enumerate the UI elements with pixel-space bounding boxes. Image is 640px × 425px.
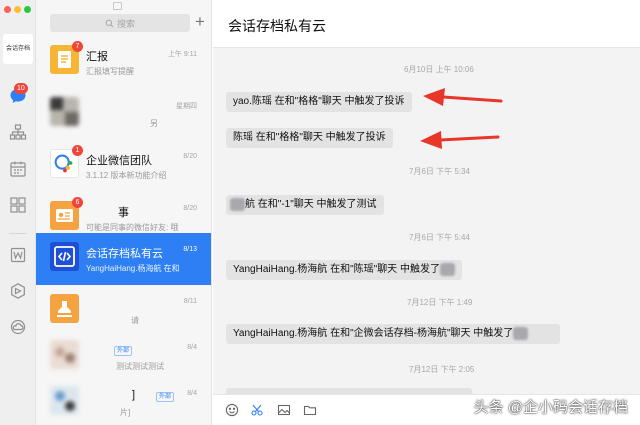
org-chart-icon[interactable]: [9, 123, 27, 141]
external-tag: 外部: [156, 392, 175, 402]
conversation-time: 星期四: [176, 103, 197, 110]
conversation-preview: 可能是同事的微信好友: 哦: [86, 223, 179, 232]
doc-icon[interactable]: [9, 246, 27, 264]
conversation-preview: 测试测试测试: [116, 362, 164, 371]
conversation-name: 汇报: [86, 51, 108, 63]
app-rail: 会话存档 10: [0, 0, 36, 425]
search-placeholder: 搜索: [116, 18, 135, 29]
drive-icon[interactable]: [9, 282, 27, 300]
redacted-name: [513, 326, 529, 340]
conversation-preview: YangHaiHang.杨海航 在和: [86, 264, 180, 273]
conversation-name: 事: [118, 207, 129, 219]
message-text: 航 在和"-1"聊天 中触发了测试: [245, 199, 377, 210]
message-bubble[interactable]: yao.陈瑶 在和"格格"聊天 中触发了投诉: [226, 92, 412, 112]
external-tag: 外部: [114, 346, 133, 356]
emoji-icon[interactable]: [225, 403, 239, 417]
close-window-button[interactable]: [4, 6, 11, 13]
chat-title: 会话存档私有云: [228, 18, 326, 34]
conversation-time: 8/13: [183, 246, 197, 253]
conversation-item-approval[interactable]: 请 8/11: [36, 285, 211, 337]
unread-badge: 1: [72, 145, 83, 156]
org-logo[interactable]: 会话存档: [3, 34, 33, 64]
image-icon[interactable]: [277, 403, 291, 417]
conversation-name: 会话存档私有云: [86, 248, 163, 260]
watermark: 头条 @企小码会话存档: [473, 399, 628, 416]
chat-header: 会话存档私有云: [213, 0, 640, 48]
message-bubble[interactable]: 陈瑶 在和"格格"聊天 中触发了投诉: [226, 128, 393, 148]
conversation-preview: 请: [131, 316, 139, 325]
conversation-item-external[interactable]: 外部 测试测试测试 8/4: [36, 331, 211, 383]
calendar-icon[interactable]: [9, 160, 27, 178]
conversation-item-external[interactable]: ] 外部 片] 8/4: [36, 377, 211, 425]
conversation-item-wework-team[interactable]: 1 企业微信团队 3.1.12 版本新功能介绍 8/20: [36, 140, 211, 192]
code-bracket-avatar: [50, 242, 79, 271]
conversation-time: 8/11: [183, 298, 197, 305]
conversation-preview: 3.1.12 版本新功能介绍: [86, 171, 167, 180]
add-button[interactable]: +: [193, 13, 207, 31]
conversation-time: 8/4: [187, 344, 197, 351]
message-timestamp: 7月6日 下午 5:34: [409, 167, 470, 176]
group-avatar: [50, 386, 79, 415]
annotation-arrow: [423, 88, 503, 106]
minimize-window-button[interactable]: [14, 6, 21, 13]
contact-avatar: [50, 97, 79, 126]
unread-badge: 7: [72, 41, 83, 52]
search-input[interactable]: 搜索: [50, 14, 190, 32]
message-timestamp: 7月6日 下午 5:44: [409, 233, 470, 242]
conversation-preview: 片]: [120, 408, 131, 417]
window-controls: [4, 6, 31, 13]
conversation-item-report[interactable]: 7 汇报 汇报填写提醒 上午 9:11: [36, 36, 211, 88]
conversation-time: 8/20: [183, 153, 197, 160]
conversation-time: 上午 9:11: [167, 51, 197, 58]
conversation-time: 8/4: [187, 390, 197, 397]
conversation-item-archive-cloud[interactable]: 会话存档私有云 YangHaiHang.杨海航 在和 8/13: [36, 233, 211, 285]
conversation-name: 企业微信团队: [86, 155, 152, 167]
message-count-badge: 10: [14, 83, 28, 94]
message-bubble[interactable]: 航 在和"-1"聊天 中触发了测试: [226, 195, 384, 215]
search-icon: [105, 19, 114, 27]
redacted-name: [230, 197, 245, 211]
message-text: YangHaiHang.杨海航 在和"陈瑶"聊天 中触发了: [233, 264, 440, 275]
conversation-preview: 汇报填写提醒: [86, 67, 134, 76]
message-timestamp: 6月10日 上午 10:06: [404, 65, 474, 74]
window-tab-icon: [113, 2, 122, 10]
message-text: YangHaiHang.杨海航 在和"企微会话存档-杨海航"聊天 中触发了: [233, 328, 514, 339]
annotation-arrow: [420, 131, 500, 149]
cloud-icon[interactable]: [9, 318, 27, 336]
list-header: 搜索 +: [36, 0, 211, 36]
redacted-name: [439, 262, 455, 276]
conversation-list: 搜索 + 7 汇报 汇报填写提醒 上午 9:11 另 星期四 1 企业微信团队 …: [36, 0, 212, 425]
message-timestamp: 7月12日 下午 1:49: [407, 298, 473, 307]
rail-divider: [9, 233, 27, 234]
message-timestamp: 7月12日 下午 2:05: [409, 365, 475, 374]
message-bubble[interactable]: YangHaiHang.杨海航 在和"陈瑶"聊天 中触发了: [226, 260, 462, 280]
message-bubble[interactable]: YangHaiHang.杨海航 在和"企微会话存档-杨海航"聊天 中触发了: [226, 324, 560, 344]
unread-badge: 6: [72, 197, 83, 208]
zoom-window-button[interactable]: [24, 6, 31, 13]
conversation-time: 8/20: [183, 205, 197, 212]
conversation-name: ]: [132, 389, 136, 401]
conversation-item[interactable]: 另 星期四: [36, 88, 211, 140]
folder-icon[interactable]: [303, 403, 317, 417]
grid-icon[interactable]: [9, 196, 27, 214]
scissors-icon[interactable]: [250, 403, 264, 417]
chat-pane: 会话存档私有云 6月10日 上午 10:06 yao.陈瑶 在和"格格"聊天 中…: [213, 0, 640, 425]
stamp-avatar: [50, 294, 79, 323]
group-avatar: [50, 340, 79, 369]
conversation-preview: 另: [150, 119, 158, 128]
